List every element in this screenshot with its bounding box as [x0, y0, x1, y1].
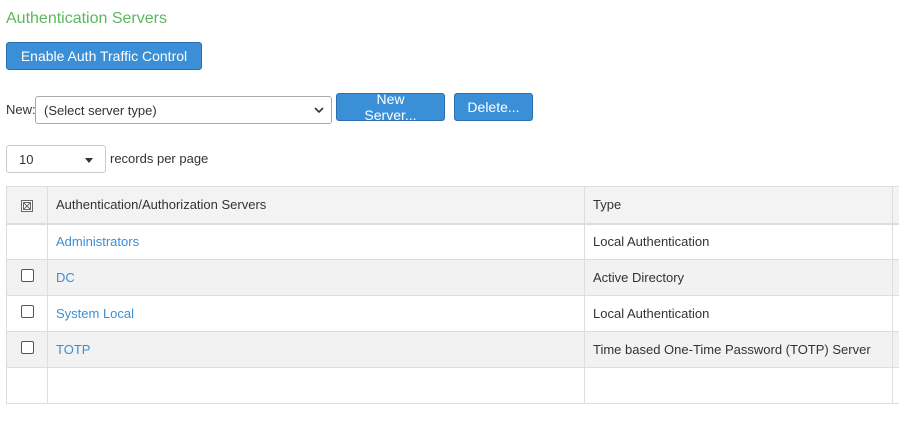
extra-cell: [892, 331, 899, 368]
table-row: Administrators Local Authentication: [6, 223, 899, 260]
new-label: New:: [6, 102, 36, 117]
server-link-system-local[interactable]: System Local: [56, 306, 134, 321]
column-header-type[interactable]: Type: [584, 186, 893, 225]
server-link-dc[interactable]: DC: [56, 270, 75, 285]
table-row: TOTP Time based One-Time Password (TOTP)…: [6, 331, 899, 368]
records-per-page-label: records per page: [110, 151, 209, 166]
row-check-cell: [6, 259, 48, 296]
new-server-button[interactable]: New Server...: [336, 91, 445, 123]
server-name-cell: [47, 367, 585, 404]
table-header-row: Authentication/Authorization Servers Typ…: [6, 186, 899, 225]
extra-cell: [892, 259, 899, 296]
table-row-empty: [6, 367, 899, 404]
server-name-cell: DC: [47, 259, 585, 296]
extra-cell: [892, 367, 899, 404]
select-all-cell[interactable]: [6, 186, 48, 225]
extra-cell: [892, 223, 899, 260]
row-check-cell: [6, 223, 48, 260]
delete-button[interactable]: Delete...: [454, 93, 533, 121]
chevron-down-icon: [314, 107, 324, 114]
server-type-cell: Local Authentication: [584, 223, 893, 260]
column-header-name[interactable]: Authentication/Authorization Servers: [47, 186, 585, 225]
server-link-administrators[interactable]: Administrators: [56, 234, 139, 249]
select-all-icon[interactable]: [21, 199, 33, 212]
row-check-cell: [6, 331, 48, 368]
row-checkbox-system-local[interactable]: [20, 305, 34, 319]
server-type-select[interactable]: (Select server type): [35, 96, 332, 124]
server-type-cell: [584, 367, 893, 404]
row-check-cell: [6, 367, 48, 404]
enable-auth-traffic-control-button[interactable]: Enable Auth Traffic Control: [6, 42, 202, 70]
server-type-cell: Active Directory: [584, 259, 893, 296]
server-link-totp[interactable]: TOTP: [56, 342, 90, 357]
server-type-cell: Time based One-Time Password (TOTP) Serv…: [584, 331, 893, 368]
server-type-selected-value: (Select server type): [44, 102, 157, 118]
row-checkbox-totp[interactable]: [20, 341, 34, 355]
table-row: DC Active Directory: [6, 259, 899, 296]
table-row: System Local Local Authentication: [6, 295, 899, 332]
row-checkbox-dc[interactable]: [20, 269, 34, 283]
caret-down-icon: [85, 158, 93, 163]
server-name-cell: System Local: [47, 295, 585, 332]
page-title: Authentication Servers: [6, 10, 167, 27]
server-name-cell: Administrators: [47, 223, 585, 260]
server-type-cell: Local Authentication: [584, 295, 893, 332]
page-size-value: 10: [19, 151, 34, 167]
row-check-cell: [6, 295, 48, 332]
extra-cell: [892, 295, 899, 332]
page-size-select[interactable]: 10: [6, 145, 106, 173]
servers-table: Authentication/Authorization Servers Typ…: [6, 186, 899, 404]
server-name-cell: TOTP: [47, 331, 585, 368]
column-header-extra: [892, 186, 899, 225]
